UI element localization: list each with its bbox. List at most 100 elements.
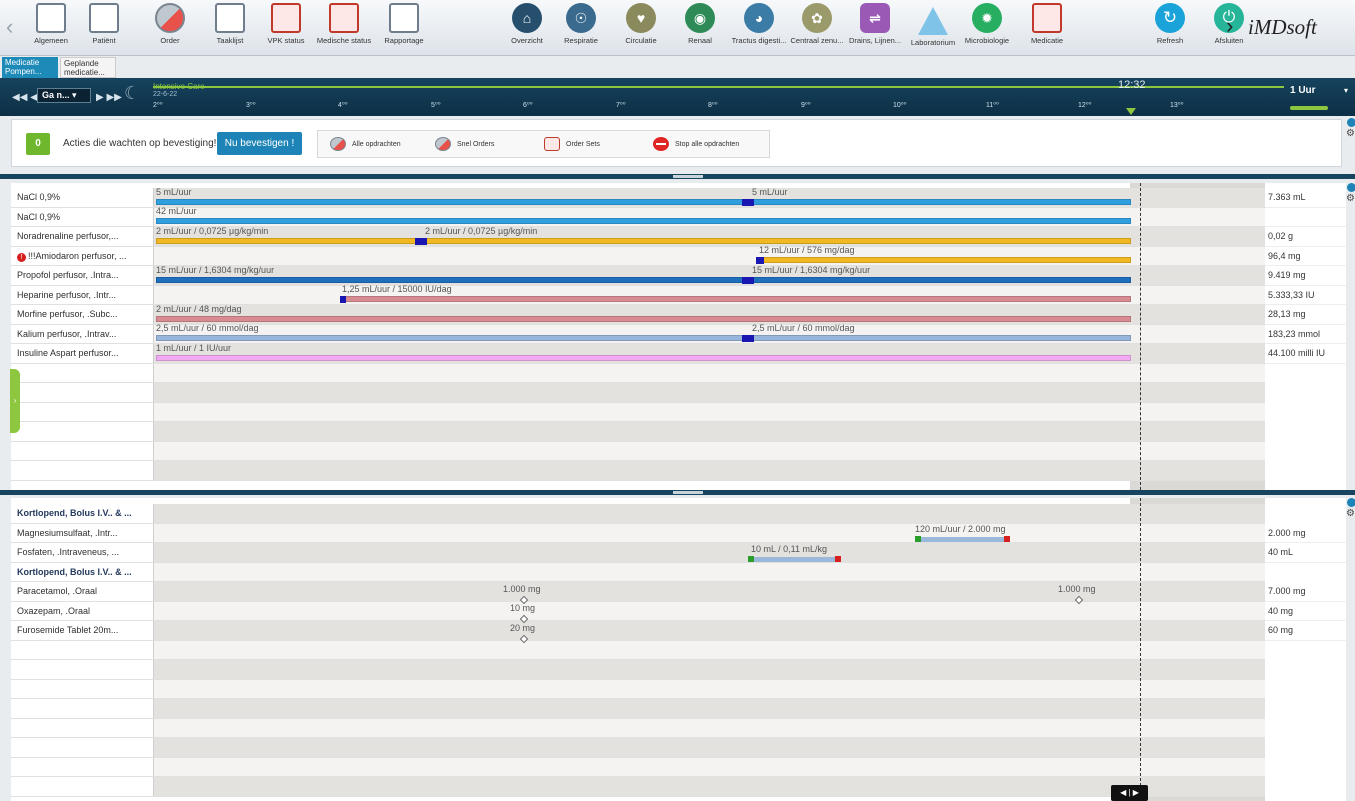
- confirm-now-button[interactable]: Nu bevestigen !: [217, 132, 302, 155]
- group-header-row[interactable]: Kortlopend, Bolus I.V.. & ...: [11, 504, 1265, 524]
- infusion-bar[interactable]: [156, 316, 1131, 322]
- drug-name: Paracetamol, .Oraal: [11, 582, 154, 601]
- table-row[interactable]: Magnesiumsulfaat, .Intr...: [11, 523, 1265, 543]
- infusion-bar[interactable]: [156, 335, 1131, 341]
- bar-label: 2 mL/uur / 0,0725 µg/kg/min: [156, 226, 269, 236]
- empty-name-cell: [11, 660, 154, 679]
- warning-icon: !: [17, 252, 26, 262]
- stop-all-orders-button[interactable]: Stop alle opdrachten: [653, 137, 739, 152]
- empty-row: [11, 422, 1265, 442]
- rate-change-marker[interactable]: [742, 199, 754, 206]
- splitter-grip[interactable]: [673, 175, 703, 178]
- rewind-fast-icon[interactable]: ◀◀ ◀: [12, 92, 38, 103]
- bar-label: 5 mL/uur: [752, 187, 788, 197]
- bar-label: 1 mL/uur / 1 IU/uur: [156, 343, 232, 353]
- command-group: Alle opdrachten Snel Orders Order Sets S…: [317, 130, 770, 158]
- tab-geplande-medicatie[interactable]: Geplande medicatie...: [60, 57, 116, 78]
- action-bar: 0 Acties die wachten op bevestiging! Nu …: [11, 119, 1342, 167]
- drains-icon: ⇌: [860, 3, 890, 33]
- time-nav-buttons[interactable]: ◀ | ▶: [1111, 785, 1148, 801]
- pending-label: Acties die wachten op bevestiging!: [63, 138, 217, 149]
- infusion-bar[interactable]: [759, 257, 1131, 263]
- drug-total: [1265, 207, 1346, 227]
- empty-name-cell: [11, 383, 154, 402]
- orders-panel: Kortlopend, Bolus I.V.. & ... Magnesiums…: [11, 498, 1346, 801]
- bar-label: 2 mL/uur / 0,0725 µg/kg/min: [425, 226, 538, 236]
- bar-label: 2,5 mL/uur / 60 mmol/dag: [156, 323, 259, 333]
- main-toolbar: ‹ Algemeen Patiënt Order Taaklijst VPK s…: [0, 0, 1355, 56]
- empty-name-cell: [11, 640, 154, 659]
- end-marker[interactable]: [835, 556, 841, 562]
- drug-name: Furosemide Tablet 20m...: [11, 621, 154, 640]
- help-icon[interactable]: [1347, 183, 1355, 192]
- all-orders-button[interactable]: Alle opdrachten: [330, 137, 401, 152]
- forward-fast-icon[interactable]: ▶ ▶▶: [96, 92, 122, 103]
- toolbar-rapportage[interactable]: Rapportage: [369, 3, 439, 45]
- empty-name-cell: [11, 422, 154, 441]
- rate-change-marker[interactable]: [756, 257, 764, 264]
- tab-medicatie-pompen[interactable]: Medicatie Pompen...: [2, 57, 58, 78]
- gear-icon[interactable]: ⚙: [1346, 193, 1355, 204]
- infusion-bar[interactable]: [156, 199, 1131, 205]
- infusion-bar[interactable]: [156, 277, 1131, 283]
- group-header-row[interactable]: Kortlopend, Bolus I.V.. & ...: [11, 562, 1265, 582]
- range-slider[interactable]: [1290, 106, 1328, 110]
- help-icon[interactable]: [1347, 118, 1355, 127]
- empty-name-cell: [11, 738, 154, 757]
- hour-tick: 10⁰⁰: [893, 102, 907, 109]
- back-arrow-icon[interactable]: ‹: [6, 14, 13, 40]
- splitter-grip[interactable]: [673, 491, 703, 494]
- help-icon[interactable]: [1347, 498, 1355, 507]
- current-time-marker[interactable]: [1126, 108, 1136, 115]
- drug-name: NaCl 0,9%: [11, 207, 154, 226]
- empty-row: [11, 441, 1265, 461]
- table-row[interactable]: Oxazepam, .Oraal: [11, 601, 1265, 621]
- quick-orders-button[interactable]: Snel Orders: [435, 137, 494, 152]
- infusion-bar[interactable]: [156, 355, 1131, 361]
- toolbar-patient[interactable]: Patiënt: [69, 3, 139, 45]
- rate-change-marker[interactable]: [340, 296, 346, 303]
- order-sets-button[interactable]: Order Sets: [544, 137, 600, 152]
- stomach-icon: ◕: [744, 3, 774, 33]
- bolus-bar[interactable]: [754, 557, 835, 562]
- empty-row: [11, 738, 1265, 758]
- empty-row: [11, 461, 1265, 481]
- rate-change-marker[interactable]: [415, 238, 427, 245]
- bar-label: 2 mL/uur / 48 mg/dag: [156, 304, 242, 314]
- empty-name-cell: [11, 757, 154, 776]
- toolbar-medicatie[interactable]: Medicatie: [1012, 3, 1082, 45]
- empty-row: [11, 363, 1265, 383]
- left-panel-toggle[interactable]: ›: [10, 369, 20, 433]
- rate-change-marker[interactable]: [742, 277, 754, 284]
- range-dropdown[interactable]: 1 Uur ▾: [1286, 84, 1348, 97]
- rate-change-marker[interactable]: [742, 335, 754, 342]
- end-marker[interactable]: [1004, 536, 1010, 542]
- bar-label: 5 mL/uur: [156, 187, 192, 197]
- hour-tick: 13⁰⁰: [1170, 102, 1184, 109]
- infusion-bar[interactable]: [342, 296, 1131, 302]
- table-row[interactable]: Furosemide Tablet 20m...: [11, 621, 1265, 641]
- gear-icon[interactable]: ⚙: [1346, 508, 1355, 519]
- infusion-bar[interactable]: [156, 218, 1131, 224]
- event-label: 10 mL / 0,11 mL/kg: [751, 544, 828, 554]
- goto-dropdown[interactable]: Ga n... ▾: [37, 88, 91, 103]
- drug-total: 28,13 mg: [1265, 305, 1346, 325]
- hour-tick: 5⁰⁰: [431, 102, 441, 109]
- pill-icon: [155, 3, 185, 33]
- hour-tick: 4⁰⁰: [338, 102, 348, 109]
- group-name: Kortlopend, Bolus I.V.. & ...: [11, 504, 154, 523]
- table-row[interactable]: Fosfaten, .Intraveneus, ...: [11, 543, 1265, 563]
- bolus-bar[interactable]: [921, 537, 1004, 542]
- empty-name-cell: [11, 699, 154, 718]
- infusion-bar[interactable]: [156, 238, 1131, 244]
- chevron-right-icon[interactable]: ›: [1226, 13, 1233, 39]
- event-label: 120 mL/uur / 2.000 mg: [915, 524, 1006, 534]
- drug-name: NaCl 0,9%: [11, 188, 154, 207]
- nurse-status-icon: [271, 3, 301, 33]
- hour-tick: 11⁰⁰: [986, 102, 999, 109]
- timeline-date: 22-6-22: [153, 91, 178, 98]
- checklist-icon: [215, 3, 245, 33]
- bar-label: 15 mL/uur / 1,6304 mg/kg/uur: [156, 265, 275, 275]
- hour-tick: 7⁰⁰: [616, 102, 626, 109]
- gear-icon[interactable]: ⚙: [1346, 128, 1355, 139]
